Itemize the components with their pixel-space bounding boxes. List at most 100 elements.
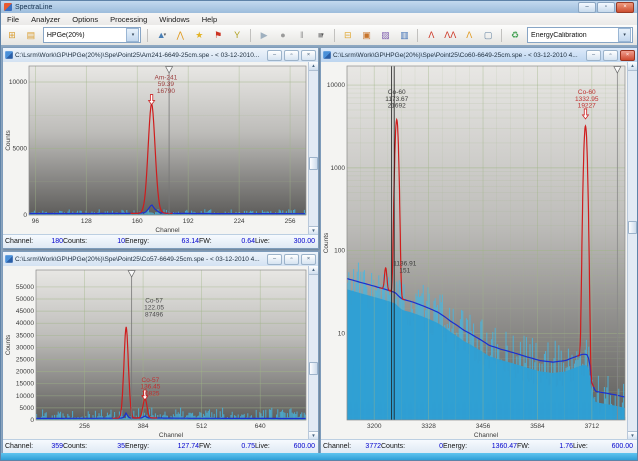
chevron-down-icon[interactable]: ▾ (126, 28, 139, 42)
acquire-start-icon: ▶ (261, 30, 268, 41)
report-icon: ▨ (381, 30, 390, 41)
child-close-button[interactable]: × (620, 50, 635, 61)
acquire-pause-icon[interactable]: ‖ (293, 26, 311, 44)
calibration-peak-icon[interactable]: Λ (460, 26, 478, 44)
child-minimize-button[interactable]: – (586, 50, 601, 61)
cascade-spectra-icon[interactable]: ⊞ (3, 26, 21, 44)
y-axis-label: Counts (323, 232, 330, 253)
svg-text:35000: 35000 (16, 332, 34, 339)
acquire-start-icon[interactable]: ▶ (255, 26, 273, 44)
minimize-button[interactable]: – (578, 2, 596, 13)
menu-item-file[interactable]: File (1, 14, 25, 25)
child-minimize-button[interactable]: – (267, 50, 282, 61)
spectra-list-icon[interactable]: ▤ (22, 26, 40, 44)
vertical-scrollbar[interactable]: ▲ ▼ (308, 62, 318, 235)
child-maximize-button[interactable]: ▫ (284, 254, 299, 265)
svg-text:256: 256 (285, 218, 296, 225)
spectrum-plot[interactable]: Co-57122.0587496Co-57136.451082525638451… (3, 266, 309, 440)
scroll-thumb[interactable] (309, 362, 318, 375)
spectrum-chart-am241[interactable]: Am-24159.3916790961281601922242560500010… (3, 62, 309, 240)
spectrum-window-co60[interactable]: C:\Lsrm\Work\GP\HPGe(20%)\Spe\Point25\Co… (320, 47, 638, 454)
child-titlebar[interactable]: C:\Lsrm\Work\GP\HPGe(20%)\Spe\Point25\Co… (321, 48, 637, 63)
peak-search-icon[interactable]: ⋀ (171, 26, 189, 44)
scroll-thumb[interactable] (309, 157, 318, 170)
acquire-stop-icon[interactable]: ■▾ (312, 26, 330, 44)
status-value: 180 (37, 238, 63, 245)
vertical-scrollbar[interactable]: ▲ ▼ (308, 266, 318, 440)
status-label: Counts: (63, 443, 95, 450)
close-button[interactable]: × (616, 2, 634, 13)
child-titlebar[interactable]: C:\Lsrm\Work\GP\HPGe(20%)\Spe\Point25\Co… (3, 252, 318, 267)
spectrum-chart-co57[interactable]: Co-57122.0587496Co-57136.451082525638451… (3, 266, 309, 445)
chart-area[interactable]: Co-601173.67216921136.91151Co-601332.951… (321, 62, 637, 440)
report-icon[interactable]: ▨ (377, 26, 395, 44)
annotation-label: 151 (399, 267, 410, 274)
svg-text:10000: 10000 (16, 393, 34, 400)
status-label: Counts: (63, 238, 95, 245)
chevron-down-icon[interactable]: ▾ (618, 28, 631, 42)
child-maximize-button[interactable]: ▫ (603, 50, 618, 61)
delete-calibration-icon[interactable]: ♻ (506, 26, 524, 44)
maximize-button[interactable]: ▫ (597, 2, 615, 13)
status-value: 0.75 (217, 443, 255, 450)
status-label: Channel: (323, 443, 355, 450)
menu-item-windows[interactable]: Windows (153, 14, 195, 25)
menu-item-processing[interactable]: Processing (104, 14, 153, 25)
annotation-label: 19227 (578, 103, 596, 110)
x-axis-label: Channel (159, 432, 184, 439)
spectrum-display-icon[interactable]: ▢ (479, 26, 497, 44)
spectrum-window-am241[interactable]: C:\Lsrm\Work\GP\HPGe(20%)\Spe\Point25\Am… (2, 47, 319, 249)
calibration-select[interactable]: EnergyCalibration▾ (527, 27, 633, 43)
annotation-label: 87496 (145, 311, 163, 318)
plot-background (36, 270, 306, 420)
roi-tool-icon[interactable]: Y (228, 26, 246, 44)
menu-item-help[interactable]: Help (196, 14, 223, 25)
status-label: Energy: (443, 443, 475, 450)
scroll-up-icon[interactable]: ▲ (628, 62, 637, 71)
svg-text:1000: 1000 (331, 165, 346, 172)
child-close-button[interactable]: × (301, 254, 316, 265)
acquire-pause-icon: ‖ (300, 30, 304, 40)
scroll-up-icon[interactable]: ▲ (309, 62, 318, 71)
save-spectrum-icon[interactable]: ▣ (358, 26, 376, 44)
acquire-record-icon: ● (280, 30, 285, 40)
titlebar[interactable]: SpectraLine – ▫ × (1, 1, 637, 13)
scroll-up-icon[interactable]: ▲ (309, 266, 318, 275)
detector-select-value: HPGe(20%) (47, 32, 126, 39)
child-titlebar[interactable]: C:\Lsrm\Work\GP\HPGe(20%)\Spe\Point25\Am… (3, 48, 318, 63)
multi-peak-icon[interactable]: ΛΛ (441, 26, 459, 44)
y-axis-label: Counts (5, 129, 12, 150)
spectrum-plot[interactable]: Co-601173.67216921136.91151Co-601332.951… (321, 62, 628, 440)
status-value: 63.14 (157, 238, 199, 245)
open-spectrum-icon[interactable]: ⊟ (339, 26, 357, 44)
status-label: Live: (255, 443, 277, 450)
menu-item-options[interactable]: Options (66, 14, 104, 25)
detector-calibration-icon[interactable]: ▲▾ (152, 26, 170, 44)
efficiency-star-icon: ★ (195, 30, 203, 41)
delete-calibration-icon: ♻ (511, 30, 519, 41)
child-window-title: C:\Lsrm\Work\GP\HPGe(20%)\Spe\Point25\Co… (333, 52, 584, 59)
efficiency-star-icon[interactable]: ★ (190, 26, 208, 44)
vertical-scrollbar[interactable]: ▲ ▼ (627, 62, 637, 440)
scroll-thumb[interactable] (628, 221, 637, 234)
acquire-record-icon[interactable]: ● (274, 26, 292, 44)
cascade-spectra-icon: ⊞ (8, 30, 16, 41)
clipboard-icon[interactable]: ▥ (396, 26, 414, 44)
detector-select[interactable]: HPGe(20%)▾ (43, 27, 142, 43)
fit-peak-icon[interactable]: Λ (422, 26, 440, 44)
spectrum-chart-co60[interactable]: Co-601173.67216921136.91151Co-601332.951… (321, 62, 628, 445)
chart-area[interactable]: Am-24159.3916790961281601922242560500010… (3, 62, 318, 235)
svg-text:10000: 10000 (9, 79, 27, 86)
menu-item-analyzer[interactable]: Analyzer (25, 14, 66, 25)
spectrum-plot[interactable]: Am-24159.3916790961281601922242560500010… (3, 62, 309, 235)
svg-text:128: 128 (81, 218, 92, 225)
fit-peak-icon: Λ (428, 30, 434, 40)
spectrum-window-co57[interactable]: C:\Lsrm\Work\GP\HPGe(20%)\Spe\Point25\Co… (2, 251, 319, 454)
chart-area[interactable]: Co-57122.0587496Co-57136.451082525638451… (3, 266, 318, 440)
nuclide-flag-icon[interactable]: ⚑ (209, 26, 227, 44)
svg-text:96: 96 (32, 218, 40, 225)
child-minimize-button[interactable]: – (267, 254, 282, 265)
child-close-button[interactable]: × (301, 50, 316, 61)
child-maximize-button[interactable]: ▫ (284, 50, 299, 61)
chevron-down-icon: ▾ (164, 32, 167, 38)
